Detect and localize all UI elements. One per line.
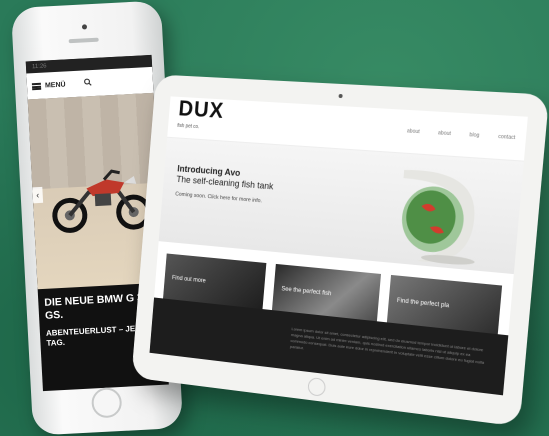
phone-speaker [69,38,99,44]
motorcycle-image [45,155,159,241]
search-icon[interactable] [83,78,92,88]
fish-tank-image [376,162,487,268]
nav-item[interactable]: blog [469,132,479,139]
menu-button-label[interactable]: MENÜ [45,81,66,89]
phone-camera [82,24,87,29]
nav-item[interactable]: about [407,128,420,135]
tile-label: Find the perfect pla [397,298,450,309]
hamburger-menu-icon[interactable] [32,82,41,89]
hero-text: Introducing Avo The self-cleaning fish t… [175,164,275,206]
carousel-prev-arrow[interactable]: ‹ [32,187,43,204]
site-nav: about about blog contact [407,128,516,141]
status-time: 11:26 [32,63,47,70]
site-logo[interactable]: DUX fish pet co. [177,100,225,138]
tile-label: Find out more [172,275,206,284]
tablet-device: DUX fish pet co. about about blog contac… [131,74,549,426]
phone-home-button[interactable] [91,387,123,419]
tablet-home-button[interactable] [307,377,326,397]
footer-text: Lorem ipsum dolor sit amet, consectetur … [290,326,484,365]
nav-item[interactable]: about [438,130,451,137]
hero-cta-link[interactable]: Coming soon. Click here for more info. [175,191,272,205]
tablet-camera [338,94,342,98]
tile-label: See the perfect fish [281,286,331,297]
nav-item[interactable]: contact [498,134,516,141]
tablet-screen: DUX fish pet co. about about blog contac… [150,96,528,395]
